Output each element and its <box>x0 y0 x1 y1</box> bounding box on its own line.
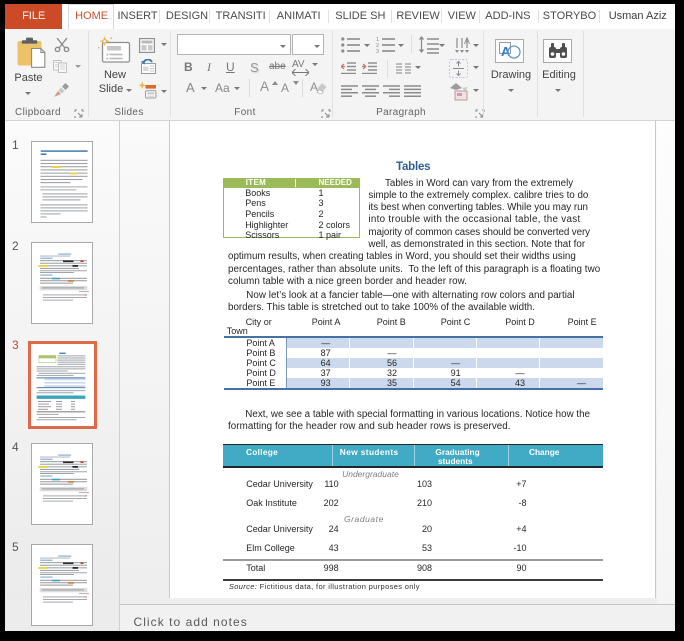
svg-text:A: A <box>464 36 470 46</box>
svg-text:A: A <box>310 80 318 94</box>
svg-text:3: 3 <box>376 49 379 54</box>
